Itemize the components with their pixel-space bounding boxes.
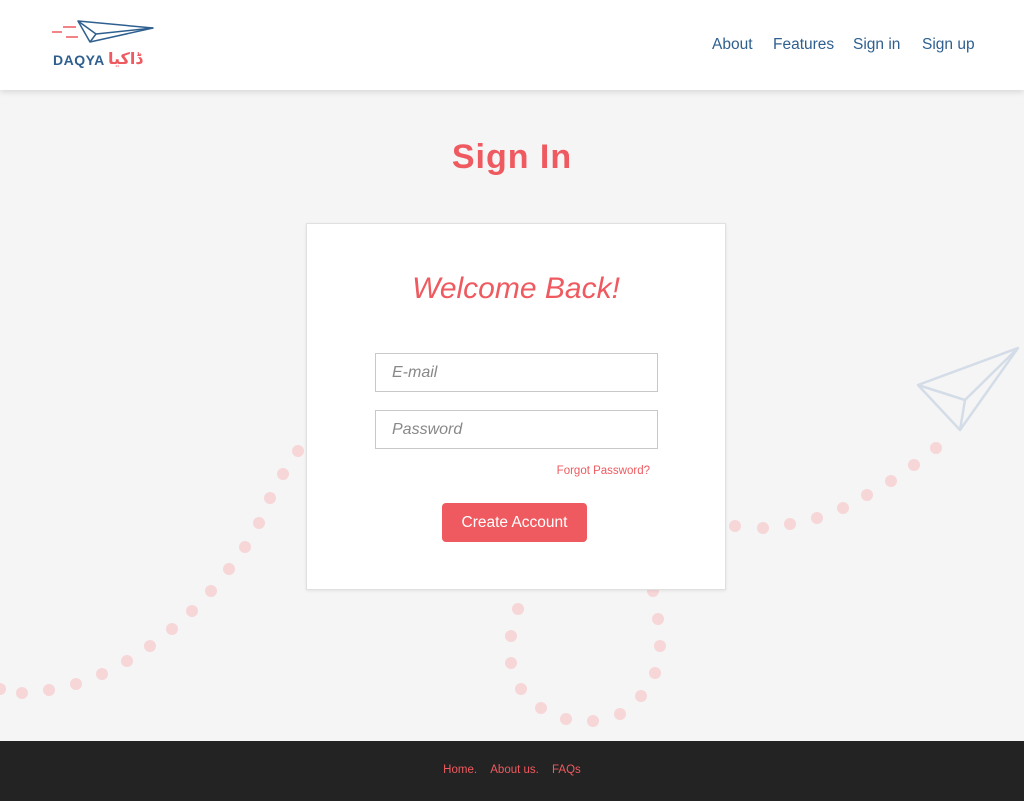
footer-links: Home. About us. FAQs: [0, 764, 1024, 776]
nav-signup-link[interactable]: Sign up: [922, 36, 975, 54]
logo[interactable]: DAQYA ڈاکیا: [48, 18, 158, 72]
logo-text: DAQYA: [53, 52, 105, 68]
footer-home-link[interactable]: Home.: [443, 764, 477, 776]
paper-plane-logo-icon: [52, 20, 154, 43]
page-title: Sign In: [451, 138, 573, 176]
site-header: DAQYA ڈاکیا About Features Sign in Sign …: [0, 0, 1024, 90]
nav-about-link[interactable]: About: [712, 36, 753, 54]
welcome-heading: Welcome Back!: [412, 272, 620, 305]
paper-plane-decoration-icon: [916, 346, 1020, 432]
logo-urdu-text: ڈاکیا: [108, 51, 143, 68]
signin-card: Welcome Back! Forgot Password? Create Ac…: [306, 223, 726, 590]
site-footer: Home. About us. FAQs: [0, 741, 1024, 801]
create-account-button[interactable]: Create Account: [442, 503, 587, 542]
footer-about-link[interactable]: About us.: [490, 764, 539, 776]
nav-signin-link[interactable]: Sign in: [853, 36, 900, 54]
footer-faqs-link[interactable]: FAQs: [552, 764, 581, 776]
main-content: Sign In Welcome Back! Forgot Password? C…: [0, 90, 1024, 741]
password-input[interactable]: [375, 410, 658, 449]
email-input[interactable]: [375, 353, 658, 392]
nav-features-link[interactable]: Features: [773, 36, 834, 54]
forgot-password-link[interactable]: Forgot Password?: [557, 465, 650, 477]
